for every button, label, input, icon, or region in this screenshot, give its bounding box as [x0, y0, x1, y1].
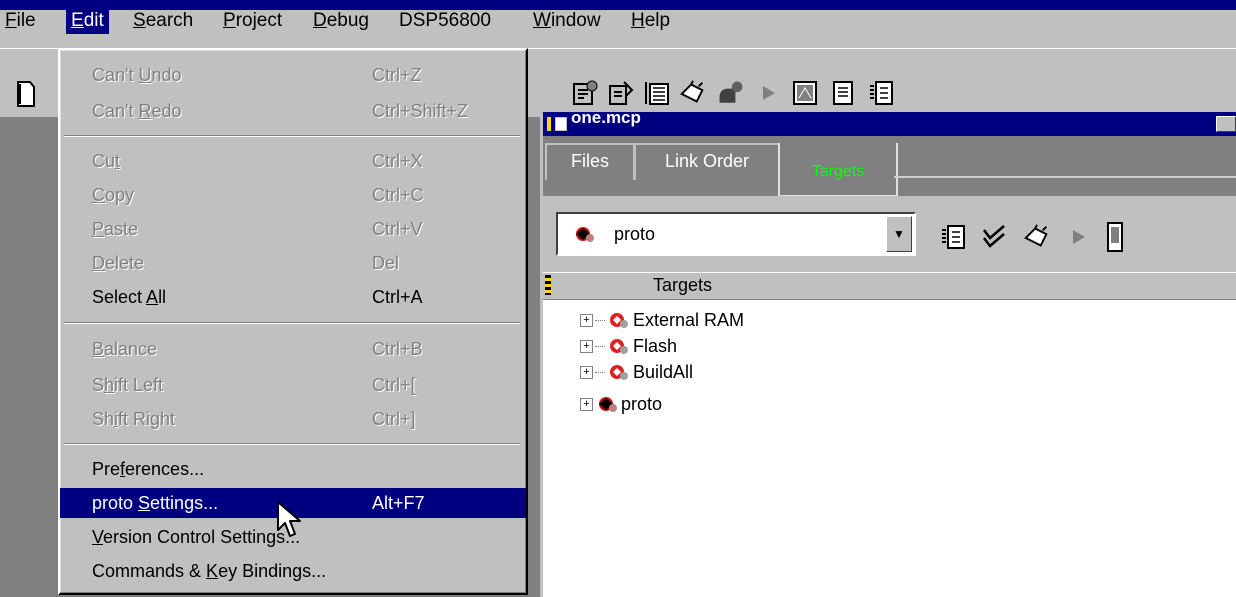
column-header[interactable]: Targets [543, 272, 1236, 300]
minimize-button[interactable] [1216, 116, 1236, 132]
menu-item-redo[interactable]: Can't Redo Ctrl+Shift+Z [60, 96, 526, 126]
expand-icon[interactable]: + [580, 339, 593, 353]
tree-item-flash[interactable]: + Flash [580, 334, 677, 358]
shortcut: Del [372, 253, 400, 273]
menu-item-shift-left[interactable]: Shift Left Ctrl+[ [60, 370, 526, 400]
tree-item-buildall[interactable]: + BuildAll [580, 360, 693, 384]
menu-item-copy[interactable]: Copy Ctrl+C [60, 180, 526, 210]
run-icon[interactable] [1064, 222, 1094, 252]
shortcut: Ctrl+A [372, 287, 423, 307]
lock-marker [545, 275, 551, 295]
target-dropdown[interactable]: proto ▼ [556, 212, 916, 256]
tree-item-label: proto [621, 394, 663, 414]
target-icon [610, 365, 628, 380]
menu-item-undo[interactable]: Can't Undo Ctrl+Z [60, 60, 526, 90]
shortcut: Ctrl+[ [372, 375, 416, 395]
menu-project[interactable]: Project [218, 8, 287, 34]
tree-item-proto[interactable]: + proto [580, 392, 662, 416]
synchronize-icon[interactable] [980, 222, 1010, 252]
menu-item-delete[interactable]: Delete Del [60, 248, 526, 278]
tab-link-order[interactable]: Link Order [634, 143, 780, 180]
tree-item-label: Flash [633, 336, 678, 356]
target-dropdown-value: proto [614, 224, 656, 244]
menu-window[interactable]: Window [528, 8, 606, 34]
menu-dsp56800[interactable]: DSP56800 [394, 8, 496, 34]
menu-separator [64, 135, 520, 137]
shortcut: Ctrl+C [372, 185, 424, 205]
target-settings-icon[interactable] [938, 222, 968, 252]
tree-item-label: External RAM [633, 310, 745, 330]
tab-files[interactable]: Files [545, 143, 635, 180]
settings-icon[interactable] [866, 78, 896, 108]
tree-item-external-ram[interactable]: + External RAM [580, 308, 744, 332]
menu-separator [64, 322, 520, 324]
expand-icon[interactable]: + [580, 397, 593, 411]
new-file-icon[interactable] [10, 78, 40, 108]
list-icon[interactable] [642, 78, 672, 108]
target-icon [610, 339, 628, 354]
column-header-label: Targets [653, 275, 713, 295]
expand-icon[interactable]: + [580, 365, 593, 379]
menu-separator [64, 443, 520, 445]
menu-item-balance[interactable]: Balance Ctrl+B [60, 334, 526, 364]
run-icon[interactable] [716, 78, 746, 108]
tab-divider [894, 176, 1236, 178]
menu-help[interactable]: Help [626, 8, 675, 34]
expand-icon[interactable]: + [580, 313, 593, 327]
target-icon [576, 227, 594, 242]
debug-icon[interactable] [1022, 222, 1052, 252]
debug-icon[interactable] [678, 78, 708, 108]
shortcut: Ctrl+Shift+Z [372, 101, 469, 121]
menu-item-select-all[interactable]: Select All Ctrl+A [60, 282, 526, 312]
shortcut: Ctrl+V [372, 219, 423, 239]
tree-item-label: BuildAll [633, 362, 694, 382]
shortcut: Ctrl+] [372, 409, 416, 429]
shortcut: Ctrl+Z [372, 65, 422, 85]
shortcut: Ctrl+X [372, 151, 423, 171]
document-icon[interactable] [828, 78, 858, 108]
project-window-title: one.mcp [543, 108, 1236, 136]
menu-file[interactable]: File [0, 8, 41, 34]
active-target-icon [599, 397, 617, 412]
shortcut: Alt+F7 [372, 493, 425, 513]
project-window-title-text: one.mcp [571, 108, 641, 127]
menu-search[interactable]: Search [128, 8, 198, 34]
menu-edit[interactable]: Edit [66, 8, 109, 34]
menu-item-paste[interactable]: Paste Ctrl+V [60, 214, 526, 244]
menu-item-cut[interactable]: Cut Ctrl+X [60, 146, 526, 176]
target-icon [610, 313, 628, 328]
menu-item-preferences[interactable]: Preferences... [60, 454, 526, 484]
tab-targets[interactable]: Targets [778, 143, 898, 197]
chevron-down-icon[interactable]: ▼ [886, 216, 912, 252]
menu-debug[interactable]: Debug [308, 8, 374, 34]
make-icon[interactable] [570, 78, 600, 108]
play-icon[interactable] [754, 78, 784, 108]
device-icon[interactable] [1100, 222, 1130, 252]
make-all-icon[interactable] [606, 78, 636, 108]
shortcut: Ctrl+B [372, 339, 423, 359]
menu-item-commands-key-bindings[interactable]: Commands & Key Bindings... [60, 556, 526, 586]
tab-targets-label: Targets [811, 163, 865, 180]
window-icon[interactable] [790, 78, 820, 108]
menu-item-shift-right[interactable]: Shift Right Ctrl+] [60, 404, 526, 434]
mouse-cursor-icon [277, 501, 301, 537]
